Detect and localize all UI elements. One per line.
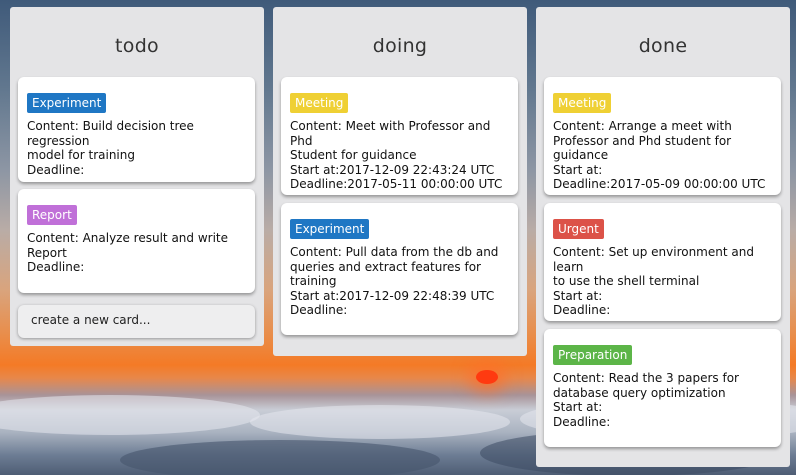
label-badge: Experiment xyxy=(27,93,107,113)
card-content: Content: Meet with Professor and Phd xyxy=(290,119,491,148)
card-content: Professor and Phd student for guidance xyxy=(553,133,732,163)
card-deadline: Deadline:2017-05-09 00:00:00 UTC xyxy=(553,177,766,191)
card-content: model for training xyxy=(27,148,135,162)
card-content: Content: Set up environment and learn xyxy=(553,245,754,274)
card-content: Content: Read the 3 papers for xyxy=(553,371,739,385)
card-content: Content: Arrange a meet with xyxy=(553,119,732,133)
column-title: todo xyxy=(115,35,159,57)
sun xyxy=(476,370,498,384)
card-content: Content: Pull data from the db and xyxy=(290,245,499,259)
card-deadline: Deadline:2017-05-11 00:00:00 UTC xyxy=(290,177,503,191)
card-start: Start at:2017-12-09 22:48:39 UTC xyxy=(290,288,495,303)
column-done: done Meeting Content: Arrange a meet wit… xyxy=(536,7,790,467)
card-start: Start at: xyxy=(553,288,603,303)
column-title: doing xyxy=(372,35,428,57)
card-start: Start at: xyxy=(553,400,603,414)
task-card[interactable]: Experiment Content: Pull data from the d… xyxy=(281,203,518,335)
create-card-button[interactable]: create a new card... xyxy=(18,305,255,338)
card-content: Content: Analyze result and write xyxy=(27,231,229,245)
column-title: done xyxy=(638,35,688,57)
task-card[interactable]: Urgent Content: Set up environment and l… xyxy=(544,203,781,321)
label-badge: Experiment xyxy=(290,219,370,239)
card-content: Report xyxy=(27,245,67,260)
card-deadline: Deadline: xyxy=(553,414,611,429)
card-content: training xyxy=(290,274,337,288)
card-content: to use the shell terminal xyxy=(553,274,700,288)
task-card[interactable]: Report Content: Analyze result and write… xyxy=(18,189,255,293)
task-card[interactable]: Meeting Content: Meet with Professor and… xyxy=(281,77,518,195)
card-start: Start at:2017-12-09 22:43:24 UTC xyxy=(290,162,495,177)
card-content: Student for guidance xyxy=(290,148,417,162)
cloud-shape xyxy=(120,440,440,475)
label-badge: Urgent xyxy=(553,219,604,239)
card-deadline: Deadline: xyxy=(27,260,85,274)
card-content: database query optimization xyxy=(553,385,726,400)
card-deadline: Deadline: xyxy=(27,162,85,177)
column-doing: doing Meeting Content: Meet with Profess… xyxy=(273,7,527,356)
label-badge: Meeting xyxy=(553,93,612,113)
card-deadline: Deadline: xyxy=(553,303,611,317)
card-start: Start at: xyxy=(553,162,603,177)
column-todo: todo Experiment Content: Build decision … xyxy=(10,7,264,346)
task-card[interactable]: Preparation Content: Read the 3 papers f… xyxy=(544,329,781,447)
cloud-shape xyxy=(250,405,510,439)
label-badge: Meeting xyxy=(290,93,349,113)
cloud-shape xyxy=(0,395,260,435)
label-badge: Report xyxy=(27,205,77,225)
label-badge: Preparation xyxy=(553,345,633,365)
task-card[interactable]: Meeting Content: Arrange a meet with Pro… xyxy=(544,77,781,195)
card-content: queries and extract features for xyxy=(290,259,481,274)
task-card[interactable]: Experiment Content: Build decision tree … xyxy=(18,77,255,182)
card-content: Content: Build decision tree regression xyxy=(27,119,194,148)
card-deadline: Deadline: xyxy=(290,303,348,317)
